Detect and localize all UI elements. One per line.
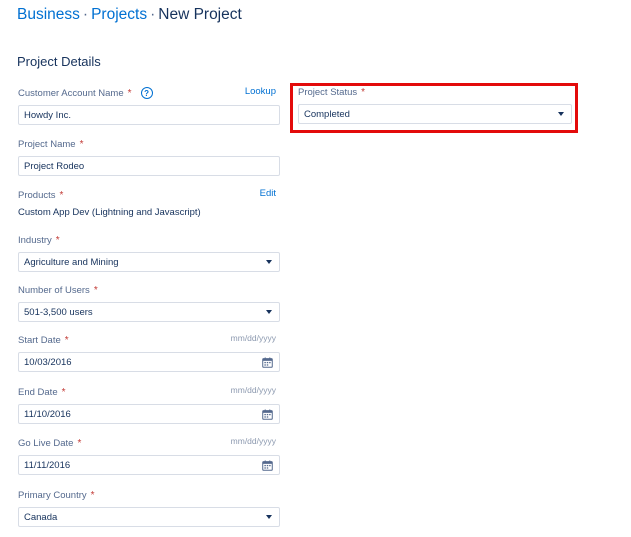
products-label-row: Products * Edit <box>18 188 280 202</box>
industry-select[interactable]: Agriculture and Mining <box>18 252 280 272</box>
required-indicator: * <box>90 489 95 501</box>
go-live-date-label-row: Go Live Date * mm/dd/yyyy <box>18 436 280 450</box>
required-indicator: * <box>79 138 84 150</box>
breadcrumb-separator: · <box>150 6 156 23</box>
number-of-users-label: Number of Users <box>18 284 90 296</box>
date-format-hint: mm/dd/yyyy <box>230 333 276 343</box>
products-label: Products <box>18 189 56 201</box>
primary-country-select[interactable]: Canada <box>18 507 280 527</box>
go-live-date-input[interactable]: 11/11/2016 <box>18 455 280 475</box>
required-indicator: * <box>55 234 60 246</box>
customer-account-input[interactable]: Howdy Inc. <box>18 105 280 125</box>
breadcrumb-projects-link[interactable]: Projects <box>91 6 147 23</box>
start-date-value: 10/03/2016 <box>24 356 72 368</box>
customer-account-value: Howdy Inc. <box>24 109 71 121</box>
required-indicator: * <box>127 87 132 99</box>
start-date-label: Start Date <box>18 334 61 346</box>
chevron-down-icon <box>266 515 272 519</box>
highlight-annotation-box <box>290 83 578 133</box>
industry-label: Industry <box>18 234 52 246</box>
breadcrumb: Business · Projects · New Project <box>17 6 242 24</box>
end-date-label: End Date <box>18 386 58 398</box>
start-date-field: Start Date * mm/dd/yyyy 10/03/2016 <box>18 333 280 372</box>
project-name-label-row: Project Name * <box>18 137 280 151</box>
breadcrumb-separator: · <box>82 6 89 23</box>
customer-account-label-row: Customer Account Name * ? Lookup <box>18 86 280 100</box>
end-date-field: End Date * mm/dd/yyyy 11/10/2016 <box>18 385 280 424</box>
required-indicator: * <box>77 437 82 449</box>
start-date-input[interactable]: 10/03/2016 <box>18 352 280 372</box>
customer-account-label: Customer Account Name <box>18 87 124 99</box>
breadcrumb-business-link[interactable]: Business <box>17 6 80 23</box>
products-field: Products * Edit Custom App Dev (Lightnin… <box>18 188 280 218</box>
calendar-icon[interactable] <box>262 408 273 420</box>
industry-selected-value: Agriculture and Mining <box>24 256 119 268</box>
end-date-input[interactable]: 11/10/2016 <box>18 404 280 424</box>
number-of-users-selected-value: 501-3,500 users <box>24 306 93 318</box>
number-of-users-select[interactable]: 501-3,500 users <box>18 302 280 322</box>
end-date-label-row: End Date * mm/dd/yyyy <box>18 385 280 399</box>
chevron-down-icon <box>266 310 272 314</box>
breadcrumb-current-page: New Project <box>158 6 242 23</box>
primary-country-field: Primary Country * Canada <box>18 488 280 527</box>
project-name-field: Project Name * Project Rodeo <box>18 137 280 176</box>
calendar-icon[interactable] <box>262 356 273 368</box>
end-date-value: 11/10/2016 <box>24 408 71 420</box>
primary-country-selected-value: Canada <box>24 511 58 523</box>
project-name-input[interactable]: Project Rodeo <box>18 156 280 176</box>
go-live-date-value: 11/11/2016 <box>24 459 71 471</box>
project-name-value: Project Rodeo <box>24 160 85 172</box>
customer-account-field: Customer Account Name * ? Lookup Howdy I… <box>18 86 280 125</box>
required-indicator: * <box>59 189 64 201</box>
products-value: Custom App Dev (Lightning and Javascript… <box>18 207 201 218</box>
chevron-down-icon <box>266 260 272 264</box>
required-indicator: * <box>61 386 66 398</box>
industry-field: Industry * Agriculture and Mining <box>18 233 280 272</box>
edit-products-link[interactable]: Edit <box>260 188 276 199</box>
project-name-label: Project Name <box>18 138 76 150</box>
primary-country-label: Primary Country <box>18 489 87 501</box>
industry-label-row: Industry * <box>18 233 280 247</box>
go-live-date-field: Go Live Date * mm/dd/yyyy 11/11/2016 <box>18 436 280 475</box>
help-icon[interactable]: ? <box>140 87 153 99</box>
required-indicator: * <box>93 284 98 296</box>
calendar-icon[interactable] <box>262 459 273 471</box>
section-title: Project Details <box>17 54 101 69</box>
date-format-hint: mm/dd/yyyy <box>230 436 276 446</box>
number-of-users-label-row: Number of Users * <box>18 283 280 297</box>
primary-country-label-row: Primary Country * <box>18 488 280 502</box>
date-format-hint: mm/dd/yyyy <box>230 385 276 395</box>
required-indicator: * <box>64 334 69 346</box>
start-date-label-row: Start Date * mm/dd/yyyy <box>18 333 280 347</box>
number-of-users-field: Number of Users * 501-3,500 users <box>18 283 280 322</box>
go-live-date-label: Go Live Date <box>18 437 74 449</box>
lookup-link[interactable]: Lookup <box>245 86 276 97</box>
